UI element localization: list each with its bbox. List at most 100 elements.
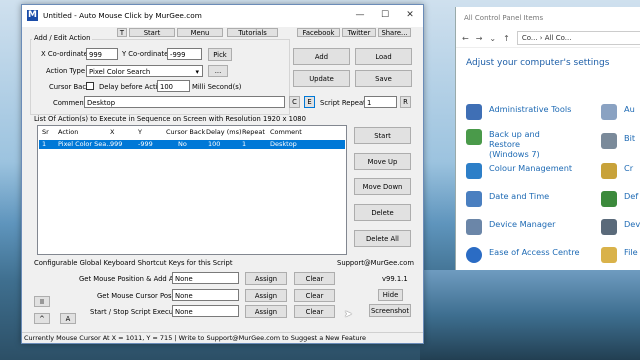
up-arrow-icon[interactable]: ↑ [503,34,510,43]
a-button[interactable]: A [60,313,76,324]
delete-button[interactable]: Delete [354,204,411,221]
column-header[interactable]: X [110,128,114,136]
update-button[interactable]: Update [293,70,350,87]
shortcut-input[interactable]: None [172,272,239,284]
cp-item-label: Dev [624,219,640,229]
column-header[interactable]: Delay (ms) [206,128,242,136]
back-arrow-icon[interactable]: ← [462,34,469,43]
action-type-select[interactable]: Pixel Color Search [86,65,203,77]
table-cell: 1 [242,140,247,148]
up-button[interactable]: ^ [34,313,50,324]
clear-button[interactable]: Clear [294,305,335,318]
auto-mouse-click-window[interactable]: M Untitled - Auto Mouse Click by MurGee.… [21,4,424,344]
control-panel-window[interactable]: All Control Panel Items ← → ⌄ ↑ Co... › … [455,7,640,270]
screenshot-button[interactable]: Screenshot [369,304,411,317]
clear-button[interactable]: Clear [294,289,335,302]
breadcrumb[interactable]: Co... › All Co... [516,31,640,45]
column-header[interactable]: Action [58,128,78,136]
t-button[interactable]: T [117,28,127,37]
cp-item-colour-management[interactable]: Colour Management [466,163,572,179]
hide-button[interactable]: Hide [378,289,403,301]
credential-icon [601,163,617,179]
facebook-button[interactable]: Facebook [297,28,340,37]
pause-button[interactable]: II [34,296,50,307]
column-header[interactable]: Comment [270,128,302,136]
breadcrumb-item[interactable]: Co... [522,34,538,42]
x-coordinate-label: X Co-ordinate : [41,50,93,58]
start-button[interactable]: Start [354,127,411,144]
cp-item-right[interactable]: Au [601,104,635,120]
column-header[interactable]: Repeat [242,128,265,136]
cp-item-right[interactable]: Dev [601,219,640,235]
c-button[interactable]: C [289,96,300,108]
comment-input[interactable]: Desktop [84,96,285,108]
delete-all-button[interactable]: Delete All [354,230,411,247]
action-list-table[interactable]: Sr Action X Y Cursor Back Delay (ms) Rep… [37,125,347,255]
default-programs-icon [601,191,617,207]
folder-icon [601,247,617,263]
devices-icon [601,219,617,235]
status-bar: Currently Mouse Cursor At X = 1011, Y = … [22,332,423,343]
backup-icon [466,129,482,145]
tutorials-button[interactable]: Tutorials [227,28,278,37]
cp-item-administrative-tools[interactable]: Administrative Tools [466,104,571,120]
maximize-icon[interactable]: ☐ [373,8,397,23]
close-icon[interactable]: ✕ [398,8,422,23]
menu-button[interactable]: Menu [177,28,223,37]
column-header[interactable]: Y [138,128,142,136]
cp-item-backup-restore[interactable]: Back up and Restore (Windows 7) [466,129,556,159]
shortcut-input[interactable]: None [172,305,239,317]
cp-item-device-manager[interactable]: Device Manager [466,219,556,235]
column-header[interactable]: Sr [42,128,49,136]
cp-item-label: Def [624,191,639,201]
shortcut-section-title: Configurable Global Keyboard Shortcut Ke… [34,259,233,267]
action-type-label: Action Type : [46,67,90,75]
table-cell: 100 [208,140,221,148]
cp-item-label: Colour Management [489,163,573,173]
cp-item-right[interactable]: Bit [601,133,635,149]
cursor-back-checkbox[interactable] [86,82,94,90]
shortcut-input[interactable]: None [172,289,239,301]
pick-button[interactable]: Pick [208,48,232,61]
twitter-button[interactable]: Twitter [342,28,376,37]
assign-button[interactable]: Assign [245,272,287,285]
title-bar[interactable]: M Untitled - Auto Mouse Click by MurGee.… [22,5,423,27]
minimize-icon[interactable]: — [348,8,372,23]
start-toolbar-button[interactable]: Start [129,28,175,37]
cp-item-label: File [624,247,638,257]
x-coordinate-input[interactable]: 999 [86,48,118,60]
cp-item-right[interactable]: Cr [601,163,633,179]
table-row[interactable]: 1 Pixel Color Sea... 999 -999 No 100 1 D… [39,140,345,149]
y-coordinate-label: Y Co-ordinate : [122,50,173,58]
cp-item-ease-of-access[interactable]: Ease of Access Centre [466,247,580,263]
r-button[interactable]: R [400,96,411,108]
forward-arrow-icon[interactable]: → [476,34,483,43]
colour-icon [466,163,482,179]
cp-item-right[interactable]: Def [601,191,638,207]
support-email-link[interactable]: Support@MurGee.com [337,259,414,267]
cp-item-label: Bit [624,133,636,143]
load-button[interactable]: Load [355,48,412,65]
y-coordinate-input[interactable]: -999 [167,48,202,60]
more-options-button[interactable]: ... [208,65,228,77]
move-up-button[interactable]: Move Up [354,153,411,170]
e-button[interactable]: E [304,96,315,108]
add-button[interactable]: Add [293,48,350,65]
column-header[interactable]: Cursor Back [166,128,205,136]
assign-button[interactable]: Assign [245,305,287,318]
version-label: v99.1.1 [382,275,408,283]
clear-button[interactable]: Clear [294,272,335,285]
assign-button[interactable]: Assign [245,289,287,302]
cp-item-date-time[interactable]: Date and Time [466,191,549,207]
save-button[interactable]: Save [355,70,412,87]
cp-item-label: Date and Time [489,191,550,201]
script-repeat-input[interactable]: 1 [364,96,397,108]
breadcrumb-item[interactable]: All Co... [545,34,572,42]
cp-item-right[interactable]: File [601,247,638,263]
chevron-down-icon[interactable]: ⌄ [489,34,496,43]
breadcrumb-separator-icon: › [537,34,545,42]
table-cell: 999 [110,140,123,148]
share-button[interactable]: Share... [378,28,411,37]
delay-input[interactable]: 100 [157,80,190,92]
move-down-button[interactable]: Move Down [354,178,411,195]
